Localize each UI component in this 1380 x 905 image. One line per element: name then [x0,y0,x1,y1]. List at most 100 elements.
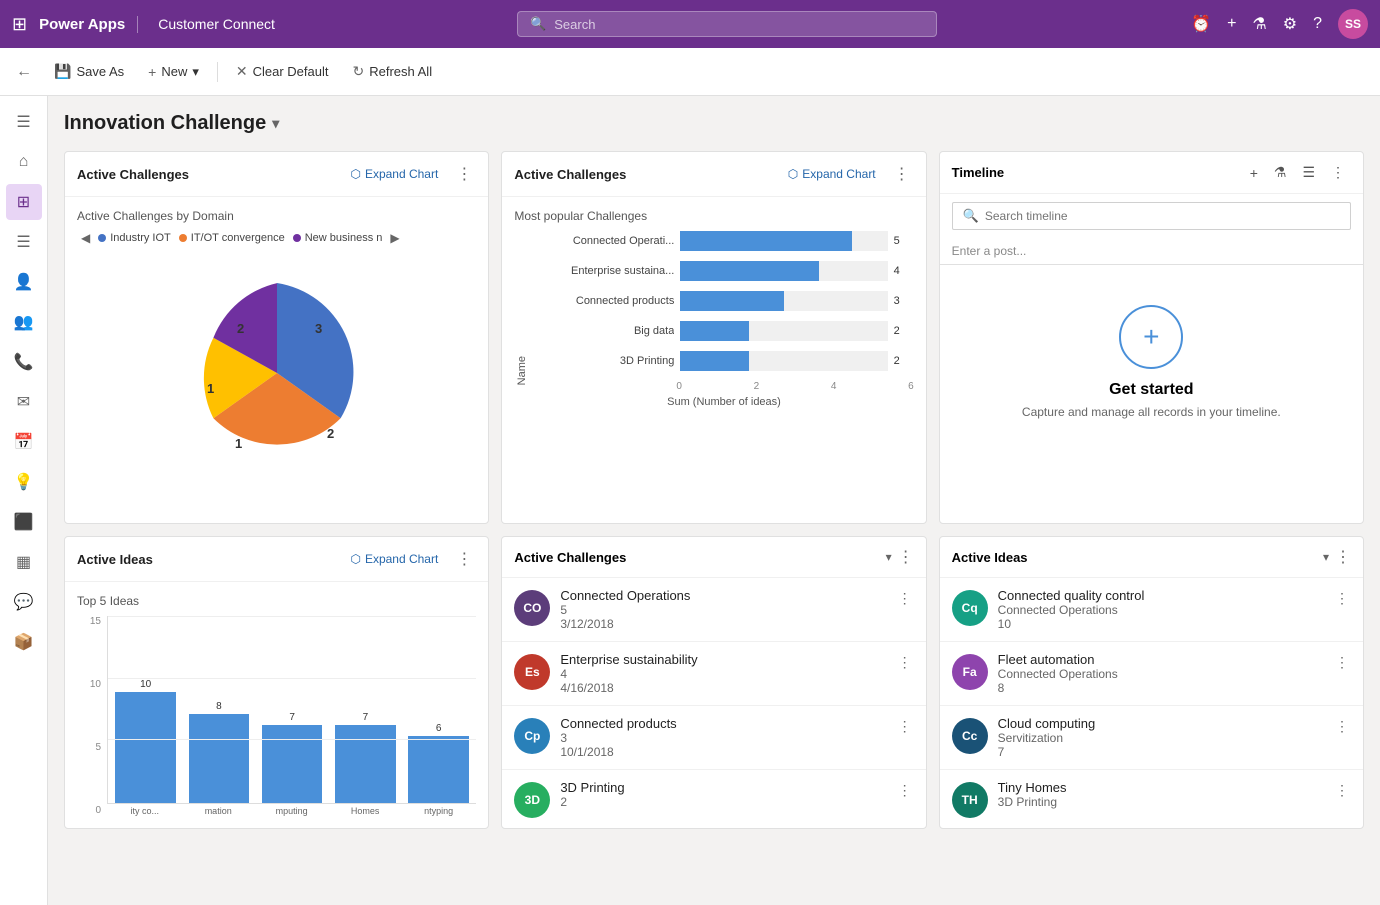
page-title-chevron[interactable]: ▾ [272,115,279,132]
challenges-item-more-1[interactable]: ⋮ [896,588,914,609]
sidebar-item-email[interactable]: ✉ [6,384,42,420]
ideas-list-chevron[interactable]: ▾ [1323,550,1329,564]
vbar-col-5: 6 [405,723,472,803]
legend-prev[interactable]: ◀ [77,231,94,245]
timeline-search-container[interactable]: 🔍 [952,202,1351,230]
sidebar-item-records[interactable]: ☰ [6,224,42,260]
challenges-list-item-2: Es Enterprise sustainability 4 4/16/2018… [502,642,925,706]
app-name: Power Apps [39,16,138,33]
page-title-container: Innovation Challenge ▾ [64,112,1364,135]
pie-legend: ◀ Industry IOT IT/OT convergence New bus… [77,231,476,245]
challenges-item-title-2: Enterprise sustainability [560,652,885,667]
challenges-item-sub2-1: 3/12/2018 [560,617,885,631]
ideas-list-more[interactable]: ⋮ [1335,547,1351,567]
enter-post[interactable]: Enter a post... [940,238,1363,265]
ideas-item-sub2-1: 10 [998,617,1323,631]
challenges-avatar-3: Cp [514,718,550,754]
hbar-more-button[interactable]: ⋮ [890,162,914,186]
timeline-add-button[interactable]: + [1244,163,1264,183]
top-navigation: ⊞ Power Apps Customer Connect 🔍 ⏰ + ⚗ ⚙ … [0,0,1380,48]
legend-label-3: New business n [305,232,383,244]
plus-icon[interactable]: + [1227,15,1236,33]
vbar-xlabel-5: ntyping [405,806,472,816]
vbar-col-1: 10 [112,679,179,803]
legend-next[interactable]: ▶ [386,231,403,245]
sidebar-item-package[interactable]: 📦 [6,624,42,660]
challenges-list-chevron[interactable]: ▾ [886,550,892,564]
settings-icon[interactable]: ⚙ [1283,14,1297,34]
pie-card-title: Active Challenges [77,167,336,182]
sidebar-item-phone[interactable]: 📞 [6,344,42,380]
ideas-item-more-4[interactable]: ⋮ [1333,780,1351,801]
vbar-more-button[interactable]: ⋮ [452,547,476,571]
new-chevron-icon: ▾ [192,64,199,80]
global-search[interactable]: 🔍 [517,11,937,37]
vbar-bar-2 [189,714,250,803]
challenges-item-content-1: Connected Operations 5 3/12/2018 [560,588,885,631]
challenges-list-title: Active Challenges [514,550,879,565]
refresh-all-button[interactable]: ↻ Refresh All [342,58,442,85]
vbar-expand-button[interactable]: ⬡ Expand Chart [344,550,444,568]
challenges-avatar-4: 3D [514,782,550,818]
hbar-fill-3 [680,291,784,311]
ideas-item-more-2[interactable]: ⋮ [1333,652,1351,673]
challenges-item-more-4[interactable]: ⋮ [896,780,914,801]
get-started-plus-button[interactable]: + [1119,305,1183,369]
hbar-label-3: Connected products [534,295,674,307]
ideas-item-more-3[interactable]: ⋮ [1333,716,1351,737]
avatar[interactable]: SS [1338,9,1368,39]
challenges-list-item-4: 3D 3D Printing 2 ⋮ [502,770,925,828]
filter-icon[interactable]: ⚗ [1252,14,1266,34]
challenges-item-content-2: Enterprise sustainability 4 4/16/2018 [560,652,885,695]
hbar-fill-5 [680,351,748,371]
grid-icon[interactable]: ⊞ [12,14,27,35]
sidebar-item-blocks[interactable]: ⬛ [6,504,42,540]
hbar-expand-button[interactable]: ⬡ Expand Chart [782,165,882,183]
legend-dot-3 [293,234,301,242]
search-input[interactable] [554,17,924,32]
svg-text:3: 3 [315,321,322,336]
timeline-columns-button[interactable]: ☰ [1296,162,1321,183]
ideas-item-more-1[interactable]: ⋮ [1333,588,1351,609]
hbar-row-4: Big data2 [534,321,913,341]
sidebar-item-table[interactable]: ▦ [6,544,42,580]
get-started-desc: Capture and manage all records in your t… [1022,405,1281,419]
pie-more-button[interactable]: ⋮ [452,162,476,186]
challenges-item-content-3: Connected products 3 10/1/2018 [560,716,885,759]
ideas-item-sub1-4: 3D Printing [998,795,1323,809]
sidebar-item-dashboard[interactable]: ⊞ [6,184,42,220]
back-button[interactable]: ← [8,59,40,85]
sidebar-item-calendar[interactable]: 📅 [6,424,42,460]
vbar-subtitle: Top 5 Ideas [77,594,476,608]
new-button[interactable]: + New ▾ [138,59,209,85]
timeline-filter-button[interactable]: ⚗ [1268,162,1293,183]
sidebar-item-menu[interactable]: ☰ [6,104,42,140]
hbar-label-1: Connected Operati... [534,235,674,247]
pie-svg: 3 2 1 1 2 [157,263,397,483]
hbar-row-5: 3D Printing2 [534,351,913,371]
clear-default-button[interactable]: ✕ Clear Default [226,58,339,85]
timeline-search-input[interactable] [985,209,1340,223]
activity-icon[interactable]: ⏰ [1191,14,1211,34]
timeline-more-button[interactable]: ⋮ [1325,162,1351,183]
pie-expand-button[interactable]: ⬡ Expand Chart [344,165,444,183]
sidebar-item-lightbulb[interactable]: 💡 [6,464,42,500]
hbar-row-1: Connected Operati...5 [534,231,913,251]
ideas-list-item-1: Cq Connected quality control Connected O… [940,578,1363,642]
ideas-item-content-4: Tiny Homes 3D Printing [998,780,1323,809]
ideas-avatar-4: TH [952,782,988,818]
help-icon[interactable]: ? [1313,15,1322,33]
sidebar-item-chat[interactable]: 💬 [6,584,42,620]
vbar-xlabel-2: mation [184,806,251,816]
challenges-list-more[interactable]: ⋮ [898,547,914,567]
legend-dot-1 [98,234,106,242]
save-as-button[interactable]: 💾 Save As [44,58,134,85]
ideas-list-scroll[interactable]: Cq Connected quality control Connected O… [940,578,1363,828]
sidebar-item-user[interactable]: 👤 [6,264,42,300]
challenges-item-more-2[interactable]: ⋮ [896,652,914,673]
challenges-item-more-3[interactable]: ⋮ [896,716,914,737]
challenges-list-scroll[interactable]: CO Connected Operations 5 3/12/2018 ⋮ Es… [502,578,925,828]
sidebar-item-home[interactable]: ⌂ [6,144,42,180]
hbar-track-3 [680,291,887,311]
sidebar-item-contacts[interactable]: 👥 [6,304,42,340]
